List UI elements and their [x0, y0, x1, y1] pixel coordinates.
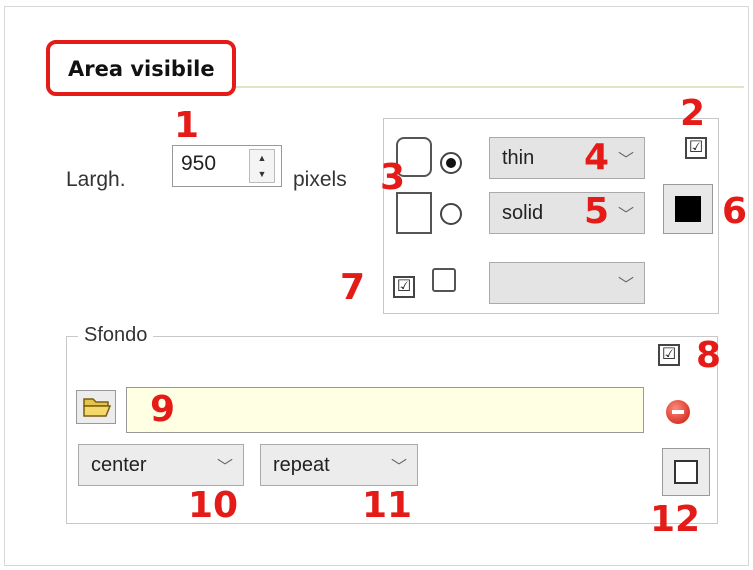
- radio-selected-dot: [446, 158, 456, 168]
- width-unit-label: pixels: [293, 168, 347, 191]
- title-divider: [236, 86, 744, 88]
- callout-number: 7: [340, 267, 366, 308]
- callout-number: 5: [584, 191, 610, 232]
- border-width-select[interactable]: thin ﹀: [489, 137, 645, 179]
- shadow-box-icon: [432, 268, 456, 292]
- remove-bar: [672, 410, 684, 414]
- border-color-swatch: [675, 196, 701, 222]
- rounded-corner-radio[interactable]: [440, 152, 462, 174]
- background-legend: Sfondo: [78, 324, 154, 347]
- callout-number: 1: [174, 105, 200, 146]
- border-enabled-checkbox[interactable]: ☑: [685, 137, 707, 159]
- browse-folder-button[interactable]: [76, 390, 116, 424]
- background-color-swatch: [674, 460, 698, 484]
- background-position-select[interactable]: center ﹀: [78, 444, 244, 486]
- square-corner-icon: [396, 192, 432, 234]
- border-style-value: solid: [502, 202, 544, 224]
- square-corner-radio[interactable]: [440, 203, 462, 225]
- callout-number: 12: [650, 499, 701, 540]
- chevron-down-icon: ﹀: [216, 459, 233, 476]
- shadow-checkbox[interactable]: ☑: [393, 276, 415, 298]
- background-repeat-select[interactable]: repeat ﹀: [260, 444, 418, 486]
- background-repeat-value: repeat: [273, 454, 330, 476]
- spin-up-icon[interactable]: ▲: [250, 150, 274, 166]
- callout-number: 9: [150, 389, 176, 430]
- border-style-select[interactable]: solid ﹀: [489, 192, 645, 234]
- background-image-input[interactable]: [126, 387, 644, 433]
- background-enabled-checkbox[interactable]: ☑: [658, 344, 680, 366]
- shadow-select[interactable]: ﹀: [489, 262, 645, 304]
- width-label: Largh.: [66, 168, 126, 191]
- width-spin-buttons[interactable]: ▲ ▼: [249, 149, 275, 183]
- folder-icon: [83, 398, 112, 417]
- callout-number: 2: [680, 93, 706, 134]
- background-color-button[interactable]: [662, 448, 710, 496]
- callout-number: 10: [188, 485, 239, 526]
- chevron-down-icon: ﹀: [617, 152, 634, 169]
- callout-number: 6: [722, 191, 748, 232]
- callout-number: 4: [584, 137, 610, 178]
- border-width-value: thin: [502, 147, 535, 169]
- chevron-down-icon: ﹀: [390, 459, 407, 476]
- width-spinbox[interactable]: 950 ▲ ▼: [172, 145, 282, 187]
- chevron-down-icon: ﹀: [617, 277, 634, 294]
- border-color-button[interactable]: [663, 184, 713, 234]
- chevron-down-icon: ﹀: [617, 207, 634, 224]
- section-title: Area visibile: [46, 40, 236, 96]
- callout-number: 11: [362, 485, 413, 526]
- spin-down-icon[interactable]: ▼: [250, 166, 274, 182]
- remove-image-icon[interactable]: [666, 400, 690, 424]
- background-position-value: center: [91, 454, 147, 476]
- callout-number: 8: [696, 335, 722, 376]
- width-value[interactable]: 950: [181, 152, 216, 176]
- callout-number: 3: [380, 157, 406, 198]
